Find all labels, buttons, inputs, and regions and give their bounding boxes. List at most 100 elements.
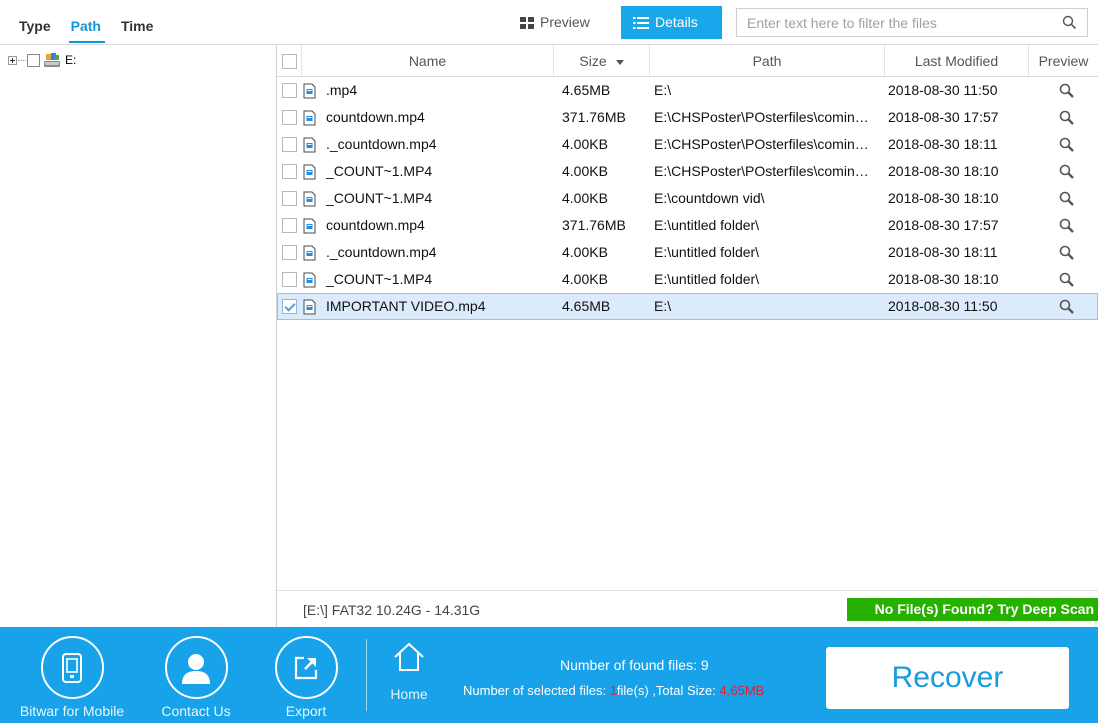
home-label: Home (390, 686, 428, 702)
row-checkbox[interactable] (282, 164, 297, 179)
video-file-icon (303, 191, 316, 206)
magnifier-icon[interactable] (1059, 137, 1075, 153)
table-row[interactable]: _COUNT~1.MP4 4.00KB E:\CHSPoster\POsterf… (277, 158, 1098, 185)
table-header: Name Size Path Last Modified Preview (277, 45, 1098, 77)
view-mode-tabs: Type Path Time (0, 0, 163, 44)
table-row[interactable]: countdown.mp4 371.76MB E:\CHSPoster\POst… (277, 104, 1098, 131)
file-modified: 2018-08-30 17:57 (888, 217, 999, 233)
selected-prefix: Number of selected files: (463, 683, 610, 698)
file-name: countdown.mp4 (326, 217, 425, 233)
row-checkbox[interactable] (282, 83, 297, 98)
magnifier-icon[interactable] (1059, 272, 1075, 288)
magnifier-icon[interactable] (1059, 191, 1075, 207)
tree-checkbox[interactable] (27, 53, 40, 67)
column-header-last-modified[interactable]: Last Modified (885, 45, 1029, 77)
magnifier-icon[interactable] (1059, 245, 1075, 261)
column-header-size-label: Size (579, 53, 607, 69)
home-button[interactable]: Home (380, 641, 438, 702)
file-size: 4.00KB (562, 190, 608, 206)
magnifier-icon[interactable] (1059, 83, 1075, 99)
video-file-icon (303, 299, 316, 314)
contact-us-button[interactable]: Contact Us (136, 636, 256, 719)
table-row[interactable]: .mp4 4.65MB E:\ 2018-08-30 11:50 (277, 77, 1098, 104)
file-path: E:\CHSPoster\POsterfiles\comin… (654, 136, 869, 152)
tab-path[interactable]: Path (61, 0, 111, 44)
recover-button[interactable]: Recover (826, 647, 1069, 709)
row-checkbox[interactable] (282, 110, 297, 125)
row-checkbox[interactable] (282, 218, 297, 233)
video-file-icon (303, 83, 316, 98)
deep-scan-button[interactable]: No File(s) Found? Try Deep Scan (847, 598, 1098, 621)
preview-view-label: Preview (540, 14, 590, 30)
expand-icon[interactable] (8, 55, 17, 65)
export-label: Export (285, 703, 327, 719)
preview-cell (1029, 131, 1098, 158)
row-checkbox-cell (277, 212, 302, 239)
file-size: 4.00KB (562, 163, 608, 179)
details-view-button[interactable]: Details (621, 6, 722, 39)
row-checkbox[interactable] (282, 272, 297, 287)
found-files-count: Number of found files: 9 (560, 657, 709, 673)
preview-cell (1029, 77, 1098, 104)
bb-circle (164, 636, 228, 699)
file-size: 4.65MB (562, 298, 611, 314)
file-name-cell: countdown.mp4 (302, 212, 554, 239)
row-checkbox[interactable] (282, 245, 297, 260)
magnifier-icon[interactable] (1059, 218, 1075, 234)
bitwar-mobile-label: Bitwar for Mobile (19, 703, 125, 719)
tab-time[interactable]: Time (111, 0, 163, 44)
grid-icon (520, 16, 534, 29)
filter-search-input[interactable] (737, 9, 1047, 36)
file-path: E:\untitled folder\ (654, 271, 760, 287)
file-size: 4.65MB (562, 82, 611, 98)
tab-type[interactable]: Type (0, 0, 61, 44)
column-header-preview: Preview (1038, 53, 1089, 69)
drive-info: [E:\] FAT32 10.24G - 14.31G (303, 602, 481, 618)
table-row-selected[interactable]: IMPORTANT VIDEO.mp4 4.65MB E:\ 2018-08-3… (277, 293, 1098, 320)
folder-tree: E: (0, 45, 277, 627)
file-modified: 2018-08-30 11:50 (888, 298, 998, 314)
row-checkbox-checked[interactable] (282, 299, 297, 314)
table-row[interactable]: ._countdown.mp4 4.00KB E:\untitled folde… (277, 239, 1098, 266)
drive-icon (44, 53, 60, 67)
file-list: Name Size Path Last Modified Preview .mp… (277, 45, 1098, 590)
file-modified: 2018-08-30 18:10 (888, 163, 999, 179)
search-icon[interactable] (1062, 15, 1077, 30)
tree-item-drive-e[interactable]: E: (8, 52, 76, 68)
file-name: _COUNT~1.MP4 (326, 163, 433, 179)
file-name-cell: _COUNT~1.MP4 (302, 185, 554, 212)
file-modified: 2018-08-30 17:57 (888, 109, 999, 125)
table-row[interactable]: countdown.mp4 371.76MB E:\untitled folde… (277, 212, 1098, 239)
magnifier-icon[interactable] (1059, 164, 1075, 180)
export-button[interactable]: Export (246, 636, 366, 719)
column-header-name[interactable]: Name (302, 45, 554, 77)
file-modified: 2018-08-30 18:11 (888, 136, 998, 152)
preview-cell (1029, 212, 1098, 239)
file-path: E:\countdown vid\ (654, 190, 765, 206)
home-icon (394, 642, 424, 671)
magnifier-icon[interactable] (1059, 110, 1075, 126)
file-name: _COUNT~1.MP4 (326, 271, 433, 287)
table-row[interactable]: _COUNT~1.MP4 4.00KB E:\countdown vid\ 20… (277, 185, 1098, 212)
video-file-icon (303, 272, 316, 287)
row-checkbox-cell (277, 131, 302, 158)
preview-cell (1029, 158, 1098, 185)
file-path: E:\CHSPoster\POsterfiles\comin… (654, 109, 869, 125)
column-header-size[interactable]: Size (554, 45, 650, 77)
preview-view-button[interactable]: Preview (508, 6, 612, 39)
table-row[interactable]: ._countdown.mp4 4.00KB E:\CHSPoster\POst… (277, 131, 1098, 158)
video-file-icon (303, 164, 316, 179)
select-all-checkbox[interactable] (282, 54, 297, 69)
list-icon (633, 16, 649, 29)
file-modified: 2018-08-30 18:10 (888, 271, 999, 287)
file-path: E:\ (654, 82, 672, 98)
contact-us-label: Contact Us (161, 703, 231, 719)
file-name-cell: _COUNT~1.MP4 (302, 266, 554, 293)
row-checkbox[interactable] (282, 137, 297, 152)
table-row[interactable]: _COUNT~1.MP4 4.00KB E:\untitled folder\ … (277, 266, 1098, 293)
status-line: [E:\] FAT32 10.24G - 14.31G No File(s) F… (277, 590, 1098, 627)
row-checkbox[interactable] (282, 191, 297, 206)
magnifier-icon[interactable] (1059, 299, 1075, 315)
column-header-path[interactable]: Path (650, 45, 885, 77)
bitwar-mobile-button[interactable]: Bitwar for Mobile (12, 636, 132, 719)
